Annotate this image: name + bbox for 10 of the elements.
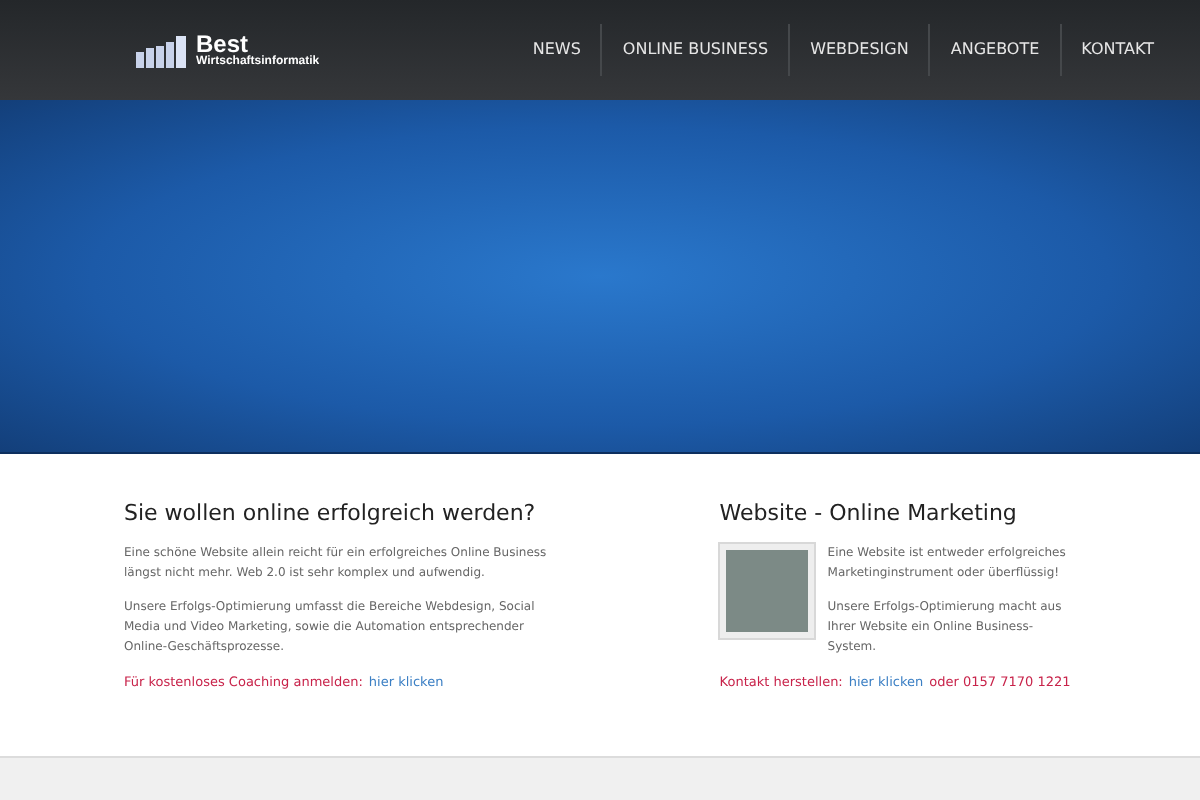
photo-placeholder bbox=[719, 544, 814, 638]
nav-link[interactable]: ONLINE BUSINESS bbox=[602, 38, 789, 62]
section-heading: Sie wollen online erfolgreich werden? bbox=[124, 500, 538, 528]
nav-link[interactable]: ANGEBOTE bbox=[930, 38, 1060, 62]
nav-link[interactable]: KONTAKT bbox=[1061, 38, 1174, 62]
bar-chart-logo-icon bbox=[136, 33, 188, 67]
nav-link[interactable]: NEWS bbox=[512, 38, 601, 62]
logo-title: Best bbox=[196, 32, 249, 56]
nav-link[interactable]: WEBDESIGN bbox=[790, 38, 929, 62]
section-heading: Website - Online Marketing bbox=[719, 500, 1019, 528]
